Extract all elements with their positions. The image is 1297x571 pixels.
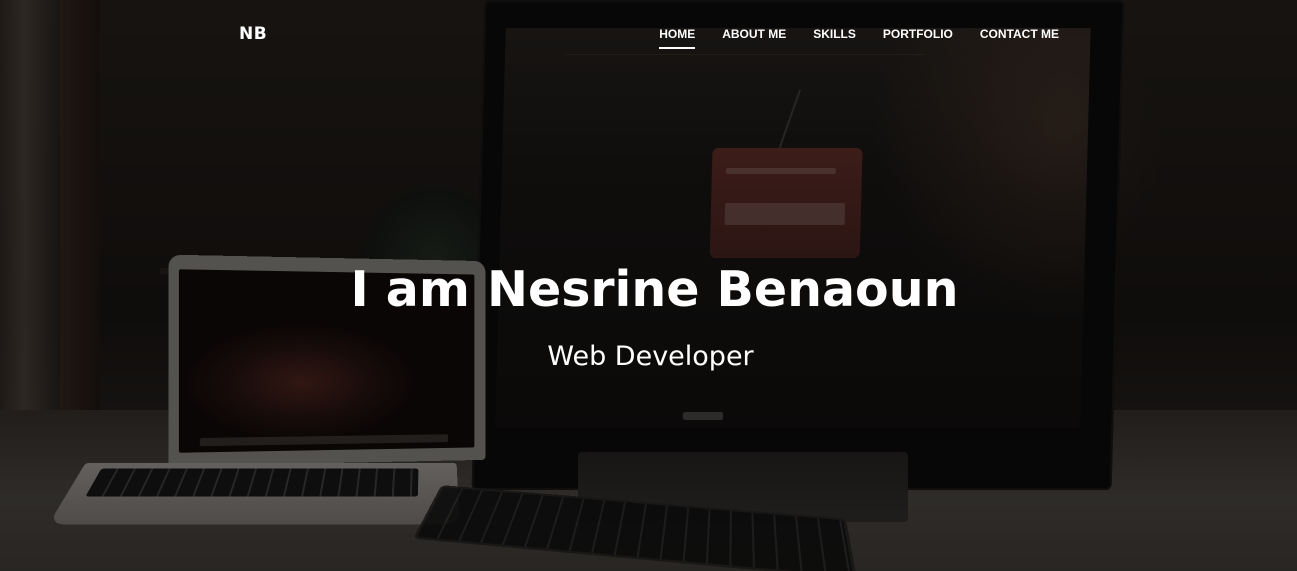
nav-link-home[interactable]: HOME	[659, 26, 696, 49]
hero-subtitle: Web Developer	[547, 341, 754, 372]
hero-content: I am Nesrine Benaoun Web Developer	[0, 258, 1297, 374]
nav-link-portfolio[interactable]: PORTFOLIO	[883, 26, 953, 42]
nav-link-about-me[interactable]: ABOUT ME	[722, 26, 786, 42]
hero-title: I am Nesrine Benaoun	[350, 261, 959, 318]
navbar: NB HOME ABOUT ME SKILLS PORTFOLIO CONTAC…	[0, 0, 1297, 66]
nav-link-contact-me[interactable]: CONTACT ME	[980, 26, 1059, 42]
brand-logo[interactable]: NB	[239, 24, 267, 44]
nav-link-skills[interactable]: SKILLS	[813, 26, 856, 42]
hero-section: NB HOME ABOUT ME SKILLS PORTFOLIO CONTAC…	[0, 0, 1297, 571]
nav-links: HOME ABOUT ME SKILLS PORTFOLIO CONTACT M…	[659, 26, 1059, 49]
